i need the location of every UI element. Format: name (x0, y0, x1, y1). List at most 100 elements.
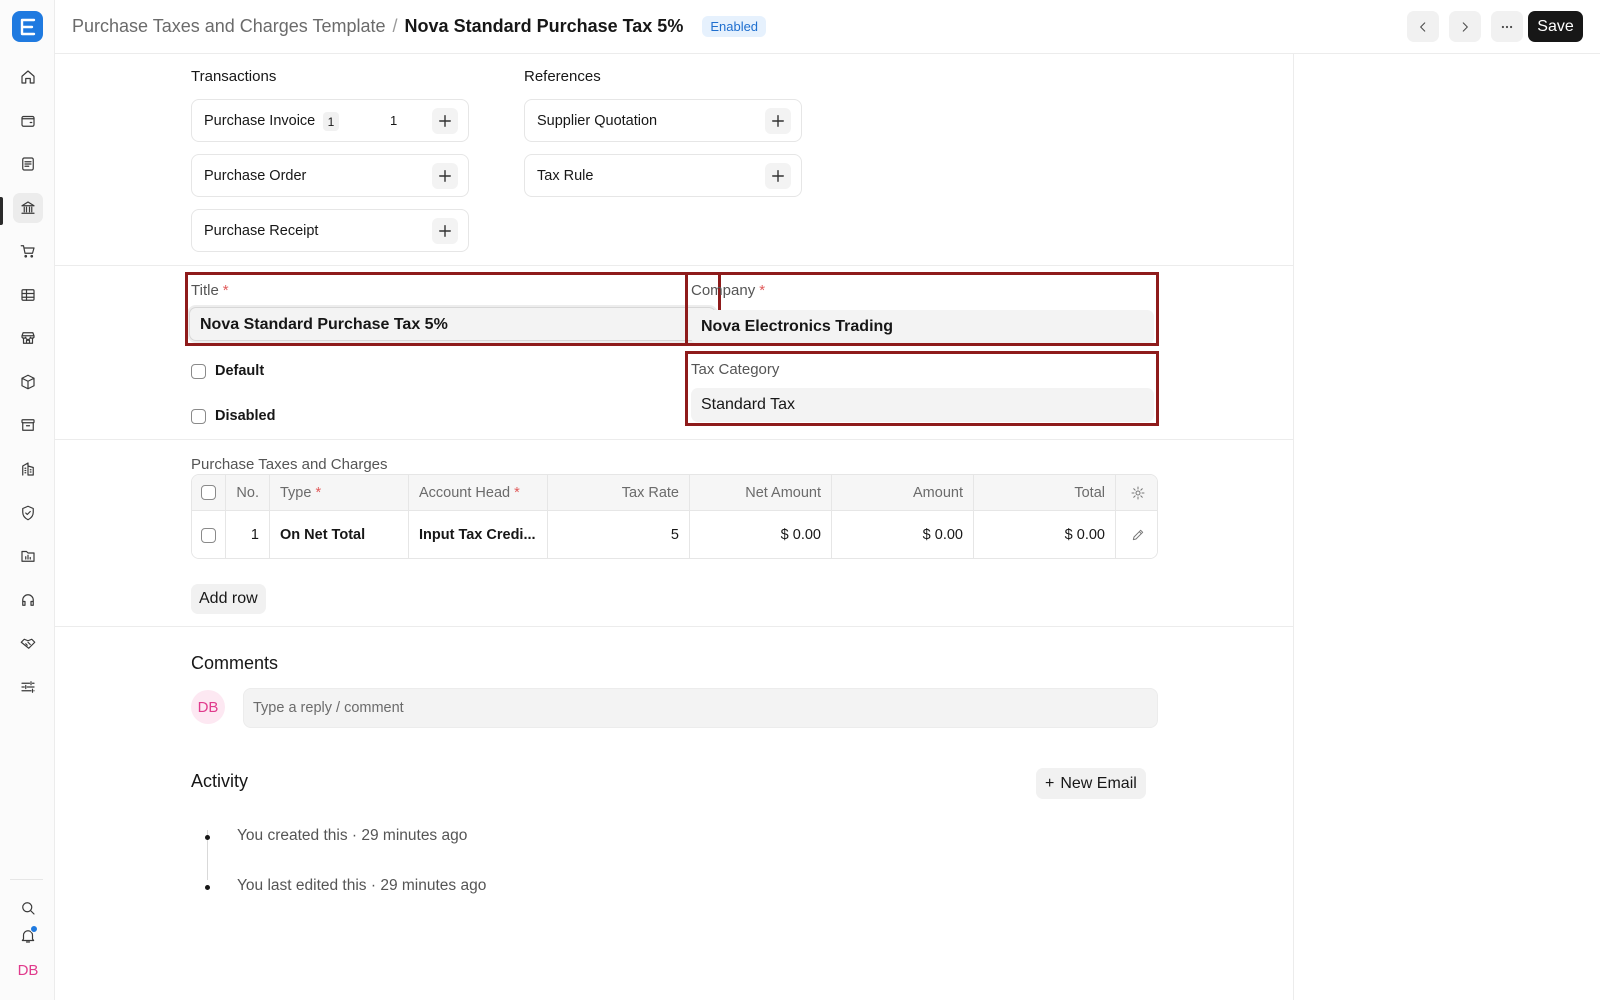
plus-icon: + (1045, 774, 1055, 792)
sidebar-divider (10, 879, 43, 880)
col-type-text: Type (280, 484, 312, 501)
sidebar: DB (0, 0, 55, 1000)
previous-button[interactable] (1407, 11, 1439, 42)
link-purchase-invoice[interactable]: Purchase Invoice 1 1 (191, 99, 469, 142)
row-select-cell (192, 511, 226, 558)
new-email-button[interactable]: + New Email (1036, 768, 1146, 799)
cell-account-head[interactable]: Input Tax Credi... (409, 511, 548, 558)
chevron-left-icon (1420, 21, 1426, 32)
references-heading: References (524, 68, 601, 85)
link-count: 1 (390, 113, 398, 128)
bank-icon[interactable] (13, 193, 43, 223)
link-label: Supplier Quotation (537, 113, 658, 129)
col-net-amount: Net Amount (690, 475, 832, 510)
select-all-cell (192, 475, 226, 510)
form-main: Transactions References Purchase Invoice… (55, 54, 1294, 1000)
disabled-checkbox[interactable] (191, 409, 206, 424)
cart-icon[interactable] (13, 236, 43, 266)
activity-item: You created this · 29 minutes ago (237, 827, 468, 844)
pencil-icon[interactable] (1130, 527, 1146, 543)
link-purchase-order[interactable]: Purchase Order (191, 154, 469, 197)
next-button[interactable] (1449, 11, 1481, 42)
comments-heading: Comments (191, 653, 279, 673)
highlight-box-company (685, 272, 1159, 346)
cell-no: 1 (226, 511, 270, 558)
chevron-right-icon (1462, 21, 1468, 32)
app-logo[interactable] (12, 11, 43, 42)
link-label: Purchase Order (204, 168, 307, 184)
add-purchase-receipt-button[interactable] (432, 218, 458, 244)
cell-type[interactable]: On Net Total (270, 511, 409, 558)
cell-net-amount[interactable]: $ 0.00 (690, 511, 832, 558)
link-supplier-quotation[interactable]: Supplier Quotation (524, 99, 802, 142)
highlight-box-title (185, 272, 721, 346)
cell-total[interactable]: $ 0.00 (974, 511, 1116, 558)
required-mark: * (315, 484, 322, 501)
col-type: Type * (270, 475, 409, 510)
link-tax-rule[interactable]: Tax Rule (524, 154, 802, 197)
headset-icon[interactable] (13, 585, 43, 615)
search-icon[interactable] (13, 893, 43, 923)
add-purchase-invoice-button[interactable] (432, 108, 458, 134)
plus-icon (439, 170, 451, 182)
archive-icon[interactable] (13, 410, 43, 440)
table-header: No. Type * Account Head * Tax Rate Net Amo… (192, 475, 1157, 511)
col-amount: Amount (832, 475, 974, 510)
file-text-icon[interactable] (13, 149, 43, 179)
ellipsis-icon (1501, 25, 1513, 28)
bell-icon[interactable] (13, 921, 43, 951)
folder-chart-icon[interactable] (13, 541, 43, 571)
wallet-icon[interactable] (13, 106, 43, 136)
count-badge: 1 (323, 112, 339, 131)
comment-input[interactable]: Type a reply / comment (243, 688, 1158, 728)
link-label: Purchase Receipt (204, 223, 319, 239)
cell-tax-rate[interactable]: 5 (548, 511, 690, 558)
default-label: Default (215, 363, 265, 379)
user-avatar[interactable]: DB (13, 955, 43, 985)
breadcrumb-separator: / (392, 16, 398, 36)
required-mark: * (514, 484, 520, 501)
breadcrumb: Purchase Taxes and Charges Template / No… (72, 16, 767, 37)
page-header: Purchase Taxes and Charges Template / No… (55, 0, 1600, 54)
shield-icon[interactable] (13, 498, 43, 528)
breadcrumb-parent-link[interactable]: Purchase Taxes and Charges Template (72, 16, 386, 37)
home-icon[interactable] (13, 62, 43, 92)
disabled-label: Disabled (215, 408, 276, 424)
table-row[interactable]: 1 On Net Total Input Tax Credi... 5 $ 0.… (192, 511, 1157, 558)
box-icon[interactable] (13, 367, 43, 397)
col-no: No. (226, 475, 270, 510)
link-label: Purchase Invoice (204, 113, 316, 129)
activity-heading: Activity (191, 771, 249, 791)
table-icon[interactable] (13, 280, 43, 310)
taxes-table-title: Purchase Taxes and Charges (191, 456, 388, 473)
default-checkbox[interactable] (191, 364, 206, 379)
taxes-table: No. Type * Account Head * Tax Rate Net Amo… (191, 474, 1158, 559)
select-all-checkbox[interactable] (201, 485, 216, 500)
gear-icon[interactable] (1130, 485, 1146, 501)
col-tax-rate: Tax Rate (548, 475, 690, 510)
notification-dot (30, 925, 38, 933)
building-icon[interactable] (13, 454, 43, 484)
add-tax-rule-button[interactable] (765, 163, 791, 189)
plus-icon (772, 115, 784, 127)
save-button[interactable]: Save (1528, 11, 1583, 42)
add-row-button[interactable]: Add row (191, 584, 266, 614)
more-actions-button[interactable] (1491, 11, 1523, 42)
sliders-icon[interactable] (13, 672, 43, 702)
handshake-icon[interactable] (13, 628, 43, 658)
col-account-head-text: Account Head (419, 484, 511, 501)
link-purchase-receipt[interactable]: Purchase Receipt (191, 209, 469, 252)
plus-icon (772, 170, 784, 182)
add-purchase-order-button[interactable] (432, 163, 458, 189)
add-supplier-quotation-button[interactable] (765, 108, 791, 134)
section-divider (55, 626, 1294, 627)
cell-amount[interactable]: $ 0.00 (832, 511, 974, 558)
plus-icon (439, 115, 451, 127)
plus-icon (439, 225, 451, 237)
row-checkbox[interactable] (201, 527, 216, 543)
store-icon[interactable] (13, 323, 43, 353)
comment-avatar: DB (191, 690, 225, 724)
timeline-bullet (205, 885, 210, 890)
new-email-label: New Email (1060, 774, 1137, 792)
row-edit-cell (1116, 511, 1157, 558)
